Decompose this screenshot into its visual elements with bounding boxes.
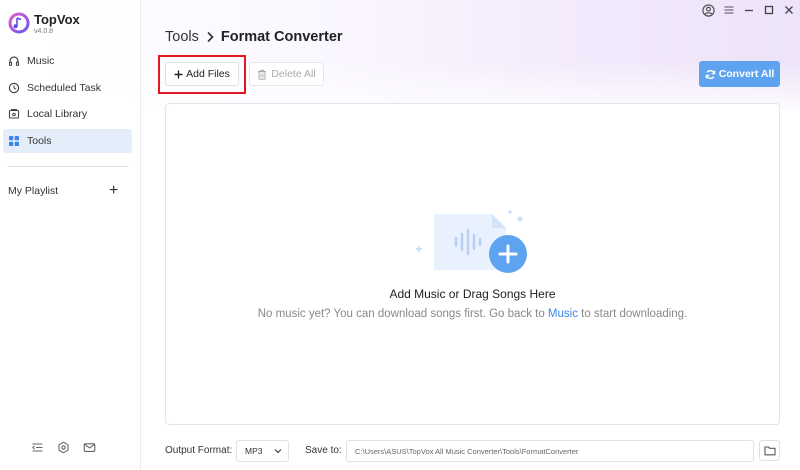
output-format-value: MP3 xyxy=(245,446,263,456)
add-playlist-button[interactable]: + xyxy=(109,183,118,199)
file-drop-zone[interactable]: Add Music or Drag Songs Here No music ye… xyxy=(165,103,780,425)
collapse-sidebar-icon[interactable] xyxy=(31,441,44,454)
sidebar-item-label: Local Library xyxy=(27,108,88,120)
drop-zone-title: Add Music or Drag Songs Here xyxy=(389,287,556,301)
grid-icon xyxy=(8,135,20,147)
trash-icon xyxy=(257,69,267,80)
app-version: v4.0.8 xyxy=(34,28,54,35)
sidebar-item-label: Scheduled Task xyxy=(27,82,101,94)
sidebar-item-label: Music xyxy=(27,55,55,67)
sidebar-item-label: Tools xyxy=(27,135,52,147)
page-title: Format Converter xyxy=(220,29,343,45)
add-files-button[interactable]: Add Files xyxy=(165,62,239,86)
minimize-icon[interactable] xyxy=(742,3,755,17)
menu-icon[interactable] xyxy=(722,3,735,17)
music-link[interactable]: Music xyxy=(548,308,578,320)
sidebar-divider xyxy=(7,166,129,167)
sidebar-bottom-tools xyxy=(31,441,96,454)
my-playlist-label: My Playlist xyxy=(8,185,59,197)
settings-icon[interactable] xyxy=(57,441,70,454)
app-name: TopVox xyxy=(34,12,80,27)
browse-folder-button[interactable] xyxy=(759,440,780,461)
sidebar-item-tools[interactable]: Tools xyxy=(3,129,132,153)
breadcrumb-tools-link[interactable]: Tools xyxy=(165,29,199,45)
sidebar-item-music[interactable]: Music xyxy=(3,49,132,73)
add-files-label: Add Files xyxy=(186,68,230,80)
topvox-logo-icon xyxy=(8,12,30,34)
folder-icon xyxy=(763,445,776,456)
sidebar-item-local-library[interactable]: Local Library xyxy=(3,102,132,126)
close-icon[interactable] xyxy=(782,3,795,17)
add-music-illustration-icon xyxy=(414,208,529,278)
refresh-icon xyxy=(705,69,716,80)
plus-icon xyxy=(174,68,183,80)
save-to-label: Save to: xyxy=(305,445,342,456)
save-path-field[interactable]: C:\Users\ASUS\TopVox All Music Converter… xyxy=(346,440,754,462)
delete-all-button[interactable]: Delete All xyxy=(249,62,324,86)
headphones-icon xyxy=(8,55,20,67)
window-controls xyxy=(702,3,795,17)
drop-zone-hint-text: No music yet? You can download songs fir… xyxy=(257,308,548,320)
convert-all-label: Convert All xyxy=(718,68,775,80)
drop-zone-hint-tail: to start downloading. xyxy=(577,308,688,320)
output-format-select[interactable]: MP3 xyxy=(236,440,289,462)
chevron-right-icon xyxy=(205,31,215,43)
maximize-icon[interactable] xyxy=(762,3,775,17)
mail-icon[interactable] xyxy=(83,441,96,454)
clock-icon xyxy=(8,82,20,94)
breadcrumb: Tools Format Converter xyxy=(165,29,343,45)
convert-all-button[interactable]: Convert All xyxy=(699,61,780,87)
sidebar-item-scheduled-task[interactable]: Scheduled Task xyxy=(3,76,132,100)
drop-zone-hint: No music yet? You can download songs fir… xyxy=(166,308,779,320)
output-format-label: Output Format: xyxy=(165,445,233,456)
library-icon xyxy=(8,108,20,120)
delete-all-label: Delete All xyxy=(271,68,316,80)
chevron-down-icon xyxy=(274,447,282,455)
sidebar: TopVox v4.0.8 Music Scheduled Task Local… xyxy=(0,0,141,470)
account-icon[interactable] xyxy=(702,3,715,17)
